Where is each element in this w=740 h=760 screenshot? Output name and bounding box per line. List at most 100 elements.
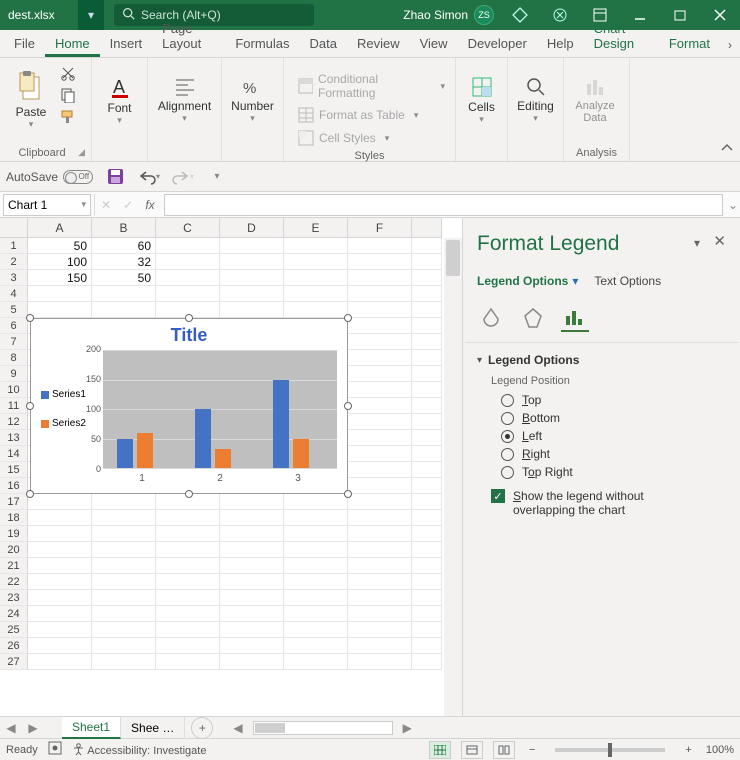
row-header[interactable]: 9: [0, 366, 28, 382]
cell[interactable]: [92, 558, 156, 574]
tab-overflow[interactable]: ›: [720, 33, 740, 57]
cell[interactable]: [220, 606, 284, 622]
cell[interactable]: [156, 622, 220, 638]
user-account[interactable]: Zhao Simon ZS: [403, 5, 494, 25]
cell[interactable]: [348, 462, 412, 478]
radio-top-right[interactable]: Top Right: [501, 465, 726, 479]
cell[interactable]: [92, 286, 156, 302]
cell[interactable]: [28, 494, 92, 510]
bar[interactable]: [215, 449, 231, 468]
cell[interactable]: [220, 574, 284, 590]
cell[interactable]: [92, 494, 156, 510]
cell[interactable]: [28, 590, 92, 606]
maximize-button[interactable]: [660, 0, 700, 30]
tab-formulas[interactable]: Formulas: [225, 31, 299, 57]
cell[interactable]: [156, 558, 220, 574]
row-header[interactable]: 10: [0, 382, 28, 398]
col-header[interactable]: B: [92, 218, 156, 238]
tab-insert[interactable]: Insert: [100, 31, 153, 57]
cell[interactable]: [348, 654, 412, 670]
page-layout-view-icon[interactable]: [461, 741, 483, 759]
cell[interactable]: [220, 654, 284, 670]
cell[interactable]: 100: [28, 254, 92, 270]
format-as-table-button[interactable]: Format as Table: [294, 105, 449, 125]
row-header[interactable]: 19: [0, 526, 28, 542]
cell[interactable]: [156, 638, 220, 654]
cell[interactable]: [348, 382, 412, 398]
save-dropdown[interactable]: ▾: [78, 0, 104, 30]
horizontal-scrollbar[interactable]: [253, 721, 393, 735]
cell[interactable]: [92, 590, 156, 606]
coming-soon-icon[interactable]: [540, 0, 580, 30]
col-header[interactable]: C: [156, 218, 220, 238]
cell[interactable]: [28, 526, 92, 542]
cell[interactable]: [284, 542, 348, 558]
row-header[interactable]: 5: [0, 302, 28, 318]
cell[interactable]: [220, 558, 284, 574]
zoom-level[interactable]: 100%: [706, 744, 734, 756]
radio-top[interactable]: Top: [501, 393, 726, 407]
cell[interactable]: [92, 510, 156, 526]
row-header[interactable]: 16: [0, 478, 28, 494]
row-header[interactable]: 1: [0, 238, 28, 254]
sheet-tab[interactable]: Shee …: [121, 717, 185, 739]
cell[interactable]: [220, 270, 284, 286]
close-pane-icon[interactable]: ✕: [713, 232, 726, 250]
row-header[interactable]: 24: [0, 606, 28, 622]
cell[interactable]: [284, 654, 348, 670]
cell[interactable]: [348, 558, 412, 574]
cell[interactable]: [156, 254, 220, 270]
radio-right[interactable]: Right: [501, 447, 726, 461]
sheet-tab[interactable]: Sheet1: [62, 717, 121, 739]
expand-fx-icon[interactable]: ⌄: [726, 198, 740, 212]
enter-fx-icon[interactable]: ✓: [117, 198, 139, 212]
cell[interactable]: [348, 590, 412, 606]
cell[interactable]: [348, 542, 412, 558]
row-header[interactable]: 15: [0, 462, 28, 478]
cell[interactable]: [220, 286, 284, 302]
cell[interactable]: [284, 558, 348, 574]
macro-record-icon[interactable]: [48, 741, 62, 758]
col-header[interactable]: [412, 218, 442, 238]
zoom-out-button[interactable]: −: [525, 744, 539, 756]
row-header[interactable]: 22: [0, 574, 28, 590]
cell[interactable]: [28, 574, 92, 590]
cell[interactable]: [348, 622, 412, 638]
row-header[interactable]: 4: [0, 286, 28, 302]
paste-button[interactable]: Paste ▾: [6, 62, 56, 138]
cells-group-button[interactable]: Cells▾: [462, 62, 501, 138]
vertical-scrollbar[interactable]: [444, 238, 462, 716]
cell[interactable]: [348, 510, 412, 526]
cell[interactable]: [220, 510, 284, 526]
row-header[interactable]: 13: [0, 430, 28, 446]
cell[interactable]: [156, 542, 220, 558]
cell[interactable]: [348, 318, 412, 334]
row-header[interactable]: 11: [0, 398, 28, 414]
cell[interactable]: [348, 350, 412, 366]
bar[interactable]: [117, 439, 133, 469]
effects-icon[interactable]: [519, 304, 547, 332]
row-header[interactable]: 8: [0, 350, 28, 366]
row-header[interactable]: 20: [0, 542, 28, 558]
cell[interactable]: [348, 430, 412, 446]
sheet-nav-next[interactable]: ▶: [22, 721, 44, 735]
bar[interactable]: [195, 409, 211, 468]
cell[interactable]: [28, 622, 92, 638]
file-name[interactable]: dest.xlsx: [0, 8, 78, 22]
cell[interactable]: [284, 510, 348, 526]
fill-line-icon[interactable]: [477, 304, 505, 332]
cell[interactable]: [220, 254, 284, 270]
pane-task-dropdown[interactable]: ▾: [694, 236, 700, 250]
number-group-button[interactable]: % Number▾: [228, 62, 277, 138]
cell[interactable]: [220, 302, 284, 318]
cell[interactable]: [28, 558, 92, 574]
sheet-nav-prev[interactable]: ◀: [0, 721, 22, 735]
row-header[interactable]: 3: [0, 270, 28, 286]
cell[interactable]: [156, 286, 220, 302]
cell[interactable]: [348, 302, 412, 318]
accessibility-status[interactable]: Accessibility: Investigate: [72, 743, 207, 757]
tab-page-layout[interactable]: Page Layout: [152, 16, 225, 57]
diamond-icon[interactable]: [500, 0, 540, 30]
alignment-group-button[interactable]: Alignment▾: [154, 62, 215, 138]
collapse-ribbon-button[interactable]: [714, 58, 740, 161]
